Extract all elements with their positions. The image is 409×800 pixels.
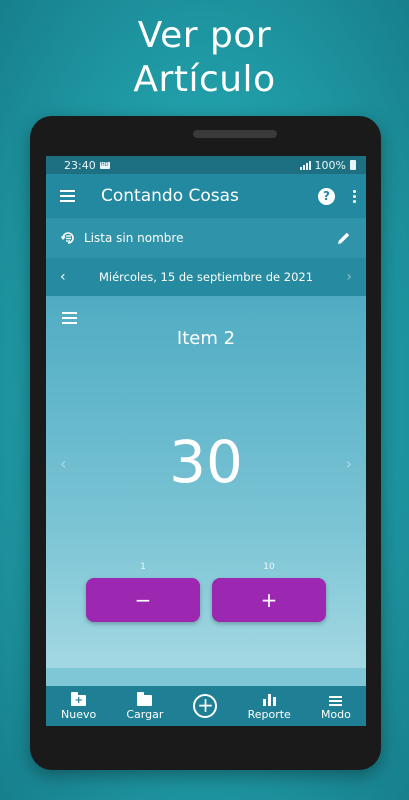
previous-day-chevron-icon[interactable]: ‹ [60,269,66,285]
app-bar: Contando Cosas ? [46,174,366,218]
counter-panel: Item 2 ‹ 30 › 1 10 − + [46,296,366,668]
status-time: 23:40 [64,158,96,172]
bottom-navigation: + Nuevo Cargar + Reporte Modo [46,686,366,726]
edit-pencil-icon[interactable] [336,230,352,246]
bar-chart-icon [262,693,276,706]
phone-frame: 23:40 HD 100% Contando Cosas ? Lista sin… [30,116,381,770]
nav-nuevo-label: Nuevo [61,707,97,721]
status-bar: 23:40 HD 100% [46,156,366,174]
list-bar: Lista sin nombre [46,218,366,258]
nav-modo-label: Modo [320,707,351,721]
item-name: Item 2 [176,328,236,349]
list-name[interactable]: Lista sin nombre [84,231,183,245]
current-date[interactable]: Miércoles, 15 de septiembre de 2021 [99,270,313,284]
promo-title-line2: Artículo [133,59,276,100]
increment-button[interactable]: + [212,578,326,622]
item-menu-icon[interactable] [62,312,77,324]
list-icon [329,695,343,706]
new-folder-icon: + [71,691,87,706]
date-bar: ‹ Miércoles, 15 de septiembre de 2021 › [46,258,366,296]
promo-title-line1: Ver por [137,15,272,56]
nav-reporte[interactable]: Reporte [248,692,291,721]
decrement-button[interactable]: − [86,578,200,622]
next-item-chevron-icon[interactable]: › [346,454,352,473]
battery-icon [350,160,356,170]
next-day-chevron-icon[interactable]: › [346,269,352,285]
nav-reporte-label: Reporte [247,707,291,721]
nav-nuevo[interactable]: + Nuevo [61,691,97,721]
more-options-icon[interactable] [353,189,356,203]
list-switch-icon[interactable] [60,230,76,246]
add-circle-icon: + [193,694,218,718]
nav-add[interactable]: + [193,694,218,718]
plus-step-label: 10 [263,562,275,572]
nav-modo[interactable]: Modo [321,692,351,721]
phone-speaker [193,130,277,138]
notification-icon: HD [99,161,110,169]
nav-cargar[interactable]: Cargar [126,691,164,721]
promo-title: Ver por Artículo [0,14,409,102]
folder-icon [137,691,153,706]
battery-percent: 100% [314,158,346,172]
nav-cargar-label: Cargar [126,707,164,721]
minus-step-label: 1 [140,562,146,572]
signal-icon [299,160,311,170]
app-title: Contando Cosas [101,186,239,206]
counter-value[interactable]: 30 [46,430,366,494]
help-icon[interactable]: ? [318,187,335,205]
hamburger-menu-icon[interactable] [60,190,75,202]
phone-screen: 23:40 HD 100% Contando Cosas ? Lista sin… [46,156,366,726]
